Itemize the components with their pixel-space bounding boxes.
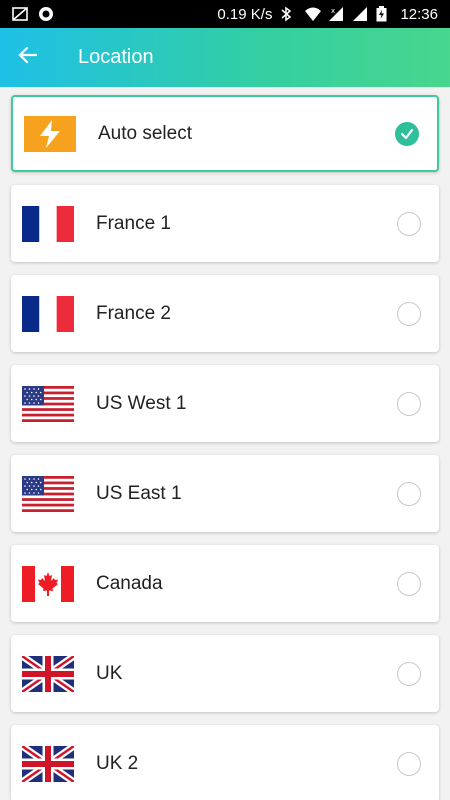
location-label: US East 1 [96, 482, 182, 504]
us-flag-icon [22, 475, 74, 512]
radio-button[interactable] [397, 391, 421, 416]
location-label: UK 2 [96, 752, 139, 774]
status-bar: 0.19 K/s x 12:36 [0, 0, 450, 28]
back-button[interactable] [0, 28, 56, 87]
radio-button[interactable] [397, 661, 421, 686]
france-flag-icon [22, 205, 74, 242]
france-flag-icon [22, 295, 74, 332]
svg-text:x: x [331, 7, 335, 15]
uk-flag-icon [22, 655, 74, 692]
radio-button[interactable] [397, 301, 421, 326]
record-notification-icon [38, 6, 54, 22]
location-item-auto-select[interactable]: Auto select [11, 95, 439, 172]
location-item-us-east-1[interactable]: US East 1 [11, 455, 439, 532]
location-item-uk-2[interactable]: UK 2 [11, 725, 439, 800]
app-bar: Location [0, 28, 450, 87]
location-item-us-west-1[interactable]: US West 1 [11, 365, 439, 442]
lightning-icon [24, 115, 76, 152]
bluetooth-icon [280, 6, 296, 22]
location-label: UK [96, 662, 123, 684]
radio-button[interactable] [397, 751, 421, 776]
location-label: Auto select [98, 122, 192, 144]
canada-flag-icon [22, 565, 74, 602]
radio-button[interactable] [397, 571, 421, 596]
page-title: Location [78, 46, 154, 68]
location-label: France 1 [96, 212, 171, 234]
radio-button[interactable] [397, 481, 421, 506]
wifi-icon [304, 6, 322, 22]
location-label: US West 1 [96, 392, 187, 414]
uk-flag-icon [22, 745, 74, 782]
status-time: 12:36 [400, 5, 438, 23]
location-item-uk[interactable]: UK [11, 635, 439, 712]
location-label: Canada [96, 572, 163, 594]
us-flag-icon [22, 385, 74, 422]
location-label: France 2 [96, 302, 171, 324]
battery-charging-icon [376, 6, 392, 22]
image-notification-icon [12, 6, 28, 22]
location-item-france-1[interactable]: France 1 [11, 185, 439, 262]
location-item-canada[interactable]: Canada [11, 545, 439, 622]
signal-icon-2 [352, 6, 368, 22]
arrow-left-icon [16, 43, 40, 72]
location-item-france-2[interactable]: France 2 [11, 275, 439, 352]
network-speed: 0.19 K/s [217, 5, 273, 23]
radio-button[interactable] [397, 211, 421, 236]
signal-icon: x [328, 6, 344, 22]
check-icon[interactable] [395, 121, 419, 146]
